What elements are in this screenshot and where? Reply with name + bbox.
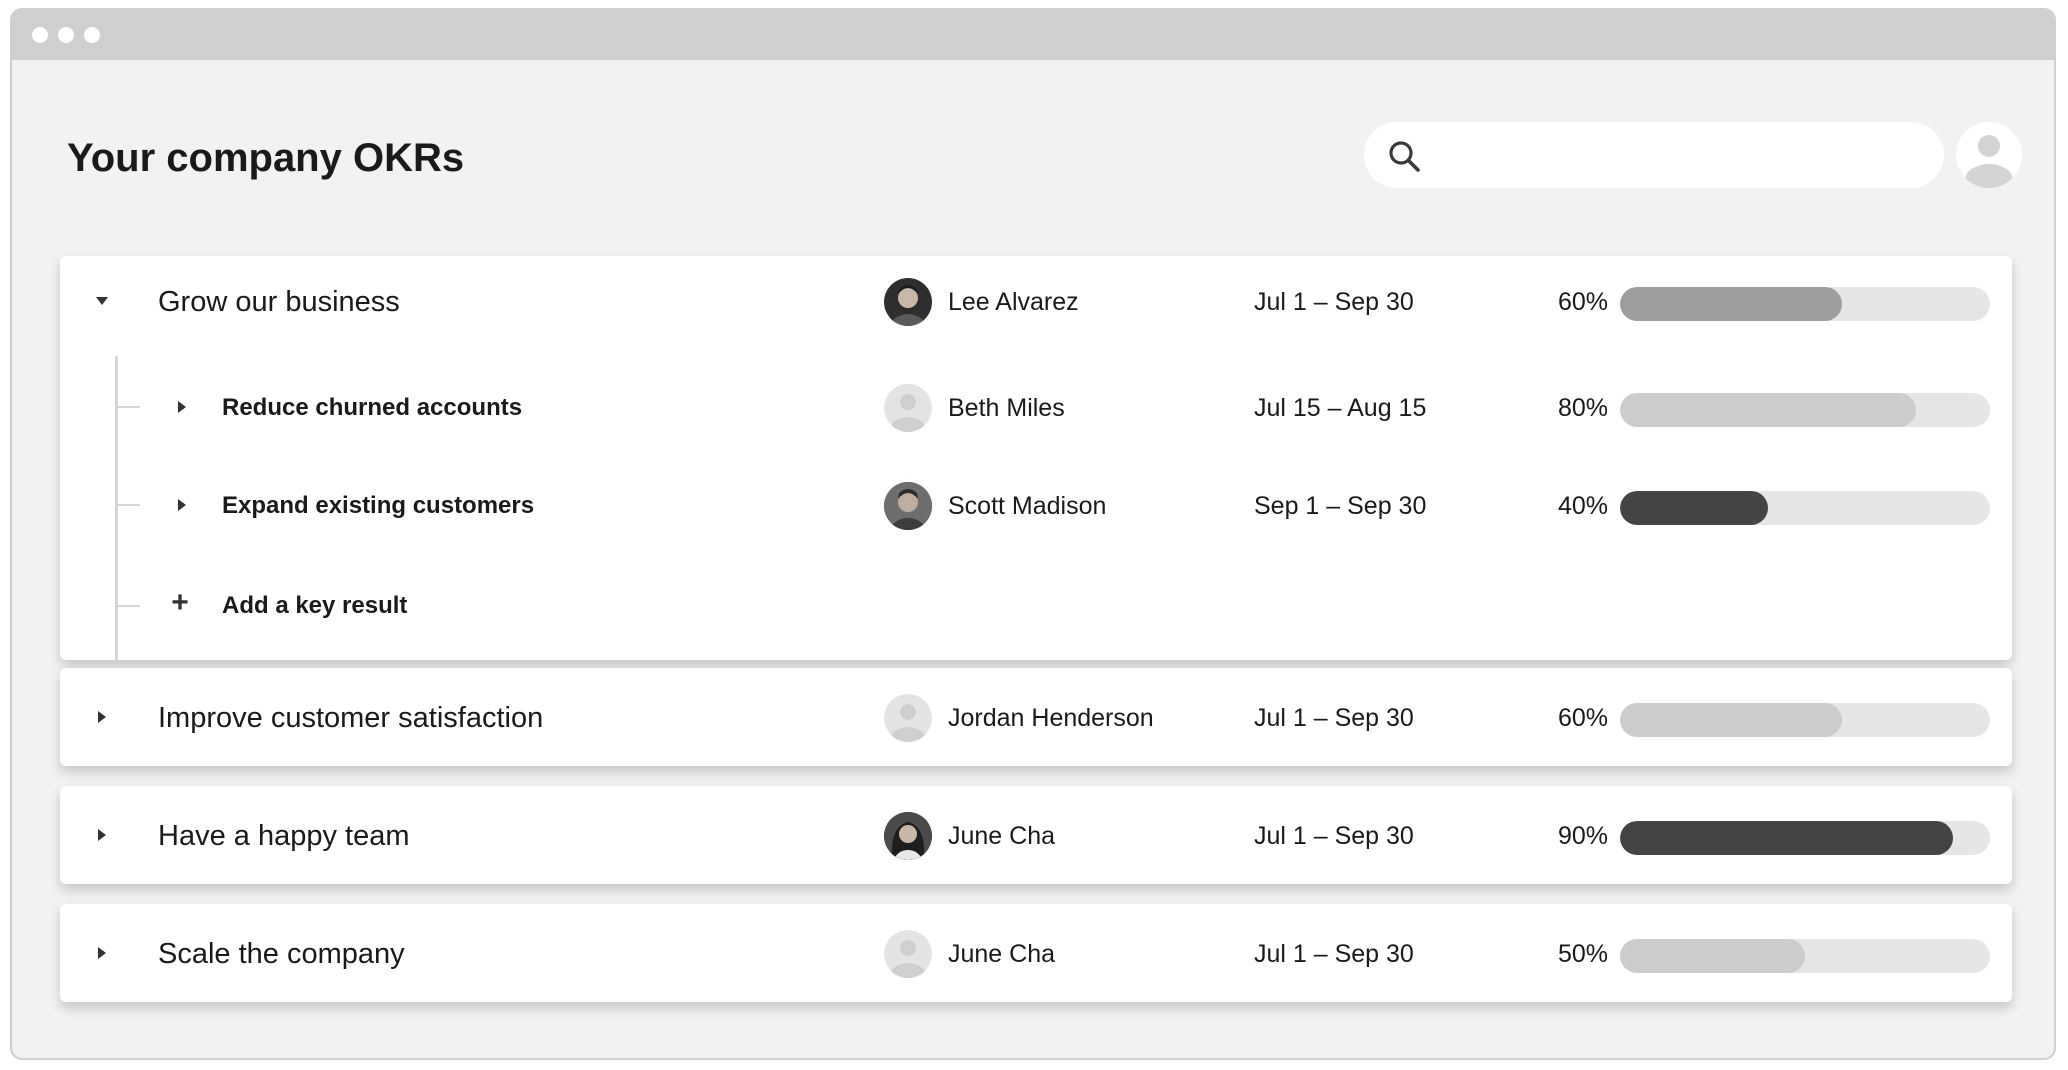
progress-bar <box>1620 703 1990 737</box>
objective-row[interactable]: Have a happy team June Cha Jul 1 – Sep 3… <box>60 790 2012 880</box>
date-range: Jul 15 – Aug 15 <box>1254 394 1427 422</box>
progress-bar <box>1620 393 1990 427</box>
search-bar[interactable] <box>1364 122 1944 188</box>
progress-bar <box>1620 491 1990 525</box>
user-icon <box>1965 135 2013 188</box>
progress-percent: 40% <box>1557 492 1608 520</box>
owner-avatar[interactable] <box>884 278 932 326</box>
progress-bar <box>1620 821 1990 855</box>
owner-name: June Cha <box>948 940 1056 968</box>
owner-name: June Cha <box>948 822 1056 850</box>
caret-right-icon[interactable] <box>90 823 114 847</box>
progress-fill <box>1620 491 1768 525</box>
progress-fill <box>1620 821 1953 855</box>
date-range: Jul 1 – Sep 30 <box>1254 940 1414 968</box>
key-result-row[interactable]: Reduce churned accounts Beth Miles Jul 1… <box>60 362 2012 452</box>
objective-row[interactable]: Grow our business Lee Alvarez Jul 1 – Se… <box>60 256 2012 346</box>
date-range: Jul 1 – Sep 30 <box>1254 704 1414 732</box>
objective-card: Have a happy team June Cha Jul 1 – Sep 3… <box>60 786 2012 884</box>
key-result-row[interactable]: Expand existing customers Scott Madison … <box>60 460 2012 550</box>
owner-name: Scott Madison <box>948 492 1107 520</box>
objective-row[interactable]: Improve customer satisfaction Jordan Hen… <box>60 672 2012 762</box>
objective-title[interactable]: Improve customer satisfaction <box>158 702 543 735</box>
owner-avatar[interactable] <box>884 694 932 742</box>
owner-avatar[interactable] <box>884 812 932 860</box>
date-range: Jul 1 – Sep 30 <box>1254 288 1414 316</box>
objective-title[interactable]: Scale the company <box>158 938 405 971</box>
progress-bar <box>1620 939 1990 973</box>
add-key-result-button[interactable]: Add a key result <box>222 592 407 620</box>
objective-row[interactable]: Scale the company June Cha Jul 1 – Sep 3… <box>60 908 2012 998</box>
owner-name: Beth Miles <box>948 394 1065 422</box>
objective-card: Improve customer satisfaction Jordan Hen… <box>60 668 2012 766</box>
window-titlebar <box>12 10 2054 60</box>
owner-avatar[interactable] <box>884 930 932 978</box>
objective-card: Grow our business Lee Alvarez Jul 1 – Se… <box>60 256 2012 660</box>
profile-avatar-button[interactable] <box>1956 122 2022 188</box>
owner-name: Lee Alvarez <box>948 288 1079 316</box>
progress-fill <box>1620 287 1842 321</box>
date-range: Jul 1 – Sep 30 <box>1254 822 1414 850</box>
owner-name: Jordan Henderson <box>948 704 1154 732</box>
progress-percent: 60% <box>1557 288 1608 316</box>
progress-percent: 50% <box>1557 940 1608 968</box>
page-title: Your company OKRs <box>67 136 465 180</box>
progress-fill <box>1620 703 1842 737</box>
key-result-title[interactable]: Expand existing customers <box>222 492 534 520</box>
window-control-dot[interactable] <box>84 27 100 43</box>
progress-fill <box>1620 393 1916 427</box>
plus-icon[interactable]: + <box>166 588 194 618</box>
window-control-dot[interactable] <box>58 27 74 43</box>
objective-card: Scale the company June Cha Jul 1 – Sep 3… <box>60 904 2012 1002</box>
caret-right-icon[interactable] <box>170 493 194 517</box>
search-icon <box>1389 141 1420 172</box>
search-input[interactable] <box>1442 132 1922 178</box>
caret-right-icon[interactable] <box>170 395 194 419</box>
add-key-result-row[interactable]: + Add a key result <box>60 560 2012 650</box>
key-result-title[interactable]: Reduce churned accounts <box>222 394 522 422</box>
caret-right-icon[interactable] <box>90 705 114 729</box>
owner-avatar[interactable] <box>884 482 932 530</box>
progress-percent: 60% <box>1557 704 1608 732</box>
caret-right-icon[interactable] <box>90 941 114 965</box>
objective-title[interactable]: Have a happy team <box>158 820 409 853</box>
progress-fill <box>1620 939 1805 973</box>
date-range: Sep 1 – Sep 30 <box>1254 492 1427 520</box>
objective-title[interactable]: Grow our business <box>158 286 400 319</box>
progress-percent: 80% <box>1557 394 1608 422</box>
window-control-dot[interactable] <box>32 27 48 43</box>
app-window: Your company OKRs Grow our business Lee … <box>10 8 2056 1060</box>
caret-down-icon[interactable] <box>90 289 114 313</box>
progress-bar <box>1620 287 1990 321</box>
owner-avatar[interactable] <box>884 384 932 432</box>
progress-percent: 90% <box>1557 822 1608 850</box>
